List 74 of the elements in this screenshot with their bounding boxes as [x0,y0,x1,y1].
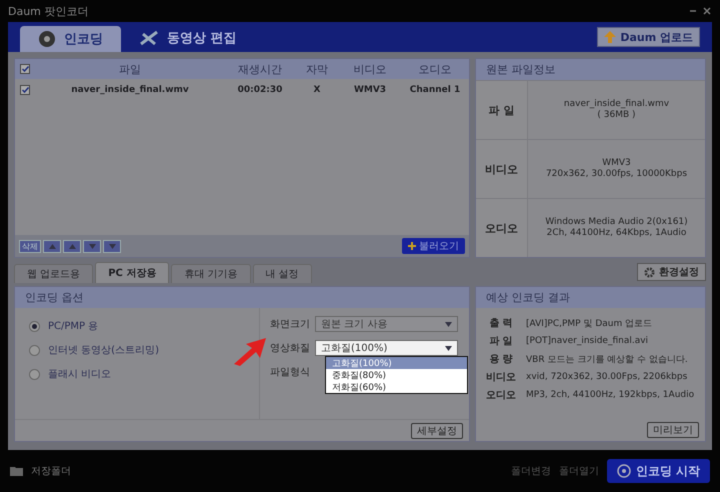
column-header: 자막 [305,62,329,76]
main-tab[interactable]: 동영상 편집 [121,26,255,50]
checkbox[interactable] [20,85,30,95]
folder-icon [10,466,23,476]
up-triangle-icon [68,244,76,248]
dropdown[interactable]: 고화질(100%) [315,340,458,356]
panel-title: 예상 인코딩 결과 [476,287,705,308]
pointer-arrow-drawing [232,336,268,366]
start-encoding-button[interactable]: 인코딩 시작 [606,459,710,483]
checkbox[interactable] [20,64,30,74]
field-label: 파일형식 [270,366,310,379]
preview-button[interactable]: 미리보기 [647,422,699,438]
radio-option[interactable]: 인터넷 동영상(스트리밍) [29,338,245,362]
field-label: 영상화질 [270,342,310,355]
checkmark-icon [22,66,28,72]
radio-option[interactable]: 플래시 비디오 [29,362,245,386]
info-value: WMV3 720x362, 30.00fps, 10000Kbps [544,157,688,181]
result-value: [AVI]PC,PMP 및 Daum 업로드 [526,318,654,330]
result-value: xvid, 720x362, 30.00Fps, 2206kbps [526,372,688,382]
table-cell-text: WMV3 [352,85,388,95]
result-label: 오디오 [485,389,517,402]
panel-title: 원본 파일정보 [476,59,705,80]
column-header: 재생시간 [237,62,283,76]
column-header: 비디오 [352,62,388,76]
result-label: 출 력 [488,317,514,330]
checkmark-icon [22,87,28,93]
down-triangle-icon [445,346,452,350]
move-top-button[interactable] [43,240,61,252]
info-value: Windows Media Audio 2(0x161) 2Ch, 44100Hz, 64Kbps, 1Audio [544,216,689,240]
profile-tab[interactable]: PC 저장용 [95,262,170,283]
profile-tab[interactable]: 웹 업로드용 [14,264,94,283]
folder-link[interactable]: 폴더변경 [510,464,551,478]
settings-button[interactable]: 환경설정 [637,263,706,281]
plus-icon [408,242,416,250]
column-header: 파일 [118,62,142,76]
table-cell-text: naver_inside_final.wmv [70,85,190,95]
move-up-button[interactable] [63,240,81,252]
profile-tab[interactable]: 휴대 기기용 [171,264,251,283]
down-triangle-icon [88,244,96,248]
table-cell-text: 00:02:30 [236,85,284,95]
move-down-button[interactable] [83,240,101,252]
down-triangle-icon [108,244,116,248]
gear-icon [644,266,655,278]
up-triangle-icon [48,244,56,248]
dropdown[interactable]: 원본 크기 사용 [315,316,458,332]
move-bottom-button[interactable] [103,240,121,252]
result-label: 파 일 [488,335,514,348]
cross-icon [139,30,159,46]
folder-link[interactable]: 폴더열기 [558,464,599,478]
result-value: [POT]naver_inside_final.avi [526,336,650,346]
delete-button[interactable]: 삭제 [19,240,41,252]
field-label: 화면크기 [270,318,310,331]
up-arrow-icon [604,31,616,43]
table-cell-text: Channel 1 [408,85,462,95]
dropdown-option[interactable]: 고화질(100%) [326,357,467,369]
window-title: Daum 팟인코더 [8,4,88,18]
result-value: MP3, 2ch, 44100Hz, 192kbps, 1Audio [526,390,696,400]
upload-button[interactable]: Daum 업로드 [597,27,700,47]
result-label: 비디오 [485,371,517,384]
info-value: naver_inside_final.wmv ( 36MB ) [562,98,670,122]
detail-settings-button[interactable]: 세부설정 [411,422,463,438]
disc-icon [616,464,631,478]
load-button[interactable]: 불러오기 [402,238,465,254]
window-controls-icon[interactable] [690,7,712,15]
result-value: VBR 모드는 크기를 예상할 수 없습니다. [526,354,689,366]
panel-title: 인코딩 옵션 [15,287,469,308]
table-cell-text: X [312,85,322,95]
result-label: 용 량 [488,353,514,366]
column-header: 오디오 [418,62,452,76]
profile-tab[interactable]: 내 설정 [252,264,312,283]
folder-label: 저장폴더 [31,465,71,478]
down-triangle-icon [445,322,452,326]
radio-option[interactable]: PC/PMP 용 [29,314,245,338]
main-tab[interactable]: 인코딩 [20,26,121,52]
